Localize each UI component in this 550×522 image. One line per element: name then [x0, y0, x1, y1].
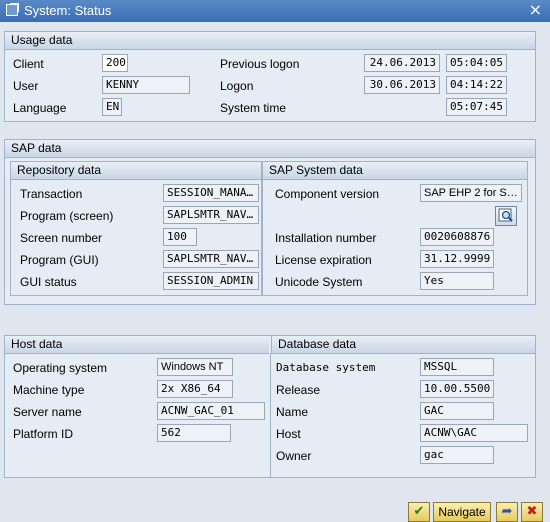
- repository-data-header: Repository data: [11, 162, 261, 180]
- language-field: EN: [102, 98, 122, 116]
- server-name-field: ACNW_GAC_01: [157, 402, 265, 420]
- release-label: Release: [276, 383, 321, 397]
- machine-type-label: Machine type: [13, 383, 85, 397]
- title-bar: System: Status ×: [0, 0, 550, 22]
- database-data-header: Database data: [271, 336, 535, 354]
- database-system-field: MSSQL: [420, 358, 494, 376]
- sap-data-header: SAP data: [5, 140, 535, 158]
- sap-system-data-header: SAP System data: [263, 162, 527, 180]
- license-expiration-field: 31.12.9999: [420, 250, 494, 268]
- navigate-button[interactable]: Navigate: [433, 502, 491, 522]
- release-field: 10.00.5500: [420, 380, 494, 398]
- close-icon: ✖: [526, 504, 538, 519]
- user-field: KENNY: [102, 76, 190, 94]
- screen-number-label: Screen number: [20, 231, 103, 245]
- ok-button[interactable]: ✔: [408, 502, 430, 522]
- database-host-label: Host: [276, 427, 301, 441]
- system-time-label: System time: [220, 101, 287, 115]
- server-name-label: Server name: [13, 405, 82, 419]
- sap-system-data-group: SAP System data Component version SAP EH…: [262, 161, 528, 296]
- close-window-icon[interactable]: ×: [529, 1, 542, 19]
- repository-data-group: Repository data Transaction SESSION_MANA…: [10, 161, 262, 296]
- unicode-system-label: Unicode System: [275, 275, 363, 289]
- previous-logon-time-field: 05:04:05: [446, 54, 507, 72]
- previous-logon-date-field: 24.06.2013: [364, 54, 440, 72]
- operating-system-field: Windows NT: [157, 358, 233, 376]
- logon-date-field: 30.06.2013: [364, 76, 440, 94]
- window-icon: [6, 4, 18, 16]
- transaction-field: SESSION_MANA…: [163, 184, 259, 202]
- gui-status-field: SESSION_ADMIN: [163, 272, 259, 290]
- host-database-group: Host data Database data Operating system…: [4, 335, 536, 478]
- program-screen-label: Program (screen): [20, 209, 114, 223]
- usage-data-header: Usage data: [5, 32, 535, 50]
- installation-number-field: 0020608876: [420, 228, 494, 246]
- database-system-label: Database system: [276, 361, 376, 374]
- window-title: System: Status: [24, 3, 112, 18]
- logon-label: Logon: [220, 79, 254, 93]
- license-expiration-label: License expiration: [275, 253, 372, 267]
- program-screen-field: SAPLSMTR_NAV…: [163, 206, 259, 224]
- machine-type-field: 2x X86_64: [157, 380, 233, 398]
- user-label: User: [13, 79, 39, 93]
- cancel-button[interactable]: ✖: [521, 502, 543, 522]
- language-label: Language: [13, 101, 67, 115]
- unicode-system-field: Yes: [420, 272, 494, 290]
- installation-number-label: Installation number: [275, 231, 377, 245]
- database-host-field: ACNW\GAC: [420, 424, 528, 442]
- goto-button[interactable]: ➦: [496, 502, 518, 522]
- transaction-label: Transaction: [20, 187, 83, 201]
- database-name-field: GAC: [420, 402, 494, 420]
- previous-logon-label: Previous logon: [220, 57, 300, 71]
- usage-data-group: Usage data Client 200 User KENNY Languag…: [4, 31, 536, 122]
- checkmark-icon: ✔: [413, 504, 425, 519]
- owner-label: Owner: [276, 449, 312, 463]
- program-gui-field: SAPLSMTR_NAV…: [163, 250, 259, 268]
- client-label: Client: [13, 57, 44, 71]
- system-time-field: 05:07:45: [446, 98, 507, 116]
- bottom-toolbar: ✔ Navigate ➦ ✖: [0, 488, 550, 522]
- client-field[interactable]: 200: [102, 54, 128, 72]
- platform-id-field: 562: [157, 424, 231, 442]
- logon-time-field: 04:14:22: [446, 76, 507, 94]
- magnifier-icon: [498, 208, 513, 222]
- host-data-header: Host data: [5, 336, 269, 354]
- sap-data-group: SAP data Repository data Transaction SES…: [4, 139, 536, 305]
- gui-status-label: GUI status: [20, 275, 77, 289]
- arrow-right-icon: ➦: [501, 504, 513, 519]
- operating-system-label: Operating system: [13, 361, 108, 375]
- owner-field: gac: [420, 446, 494, 464]
- program-gui-label: Program (GUI): [20, 253, 99, 267]
- component-version-field: SAP EHP 2 for S…: [420, 184, 522, 202]
- navigate-button-label: Navigate: [438, 505, 486, 519]
- host-database-divider: [270, 353, 271, 477]
- component-version-label: Component version: [275, 187, 380, 201]
- screen-number-field: 100: [163, 228, 197, 246]
- platform-id-label: Platform ID: [13, 427, 74, 441]
- database-name-label: Name: [276, 405, 309, 419]
- component-details-button[interactable]: [495, 206, 517, 226]
